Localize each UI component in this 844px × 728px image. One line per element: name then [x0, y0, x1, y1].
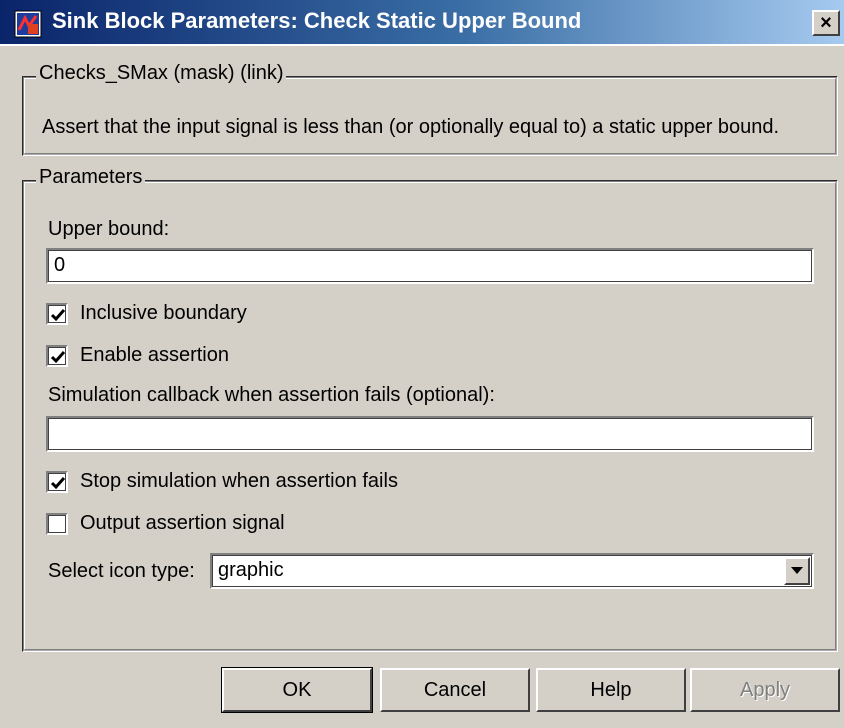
callback-label: Simulation callback when assertion fails…	[48, 384, 495, 406]
help-button[interactable]: Help	[536, 668, 686, 712]
mask-description: Assert that the input signal is less tha…	[42, 116, 780, 138]
cancel-button[interactable]: Cancel	[380, 668, 530, 712]
icon-type-value: graphic	[218, 559, 284, 581]
apply-label: Apply	[739, 678, 791, 701]
close-button[interactable]: ×	[812, 10, 840, 36]
parameters-legend: Parameters	[36, 166, 146, 189]
mask-group-legend: Checks_SMax (mask) (link)	[36, 62, 287, 85]
stop-simulation-label: Stop simulation when assertion fails	[80, 470, 398, 492]
title-bar[interactable]: Sink Block Parameters: Check Static Uppe…	[0, 0, 844, 46]
simulink-block-icon	[14, 10, 42, 38]
icon-type-select[interactable]: graphic	[210, 553, 814, 589]
dropdown-button[interactable]	[784, 557, 810, 585]
inclusive-boundary-checkbox[interactable]: Inclusive boundary	[46, 302, 247, 325]
icon-type-label: Select icon type:	[48, 560, 195, 582]
upper-bound-label: Upper bound:	[48, 218, 170, 240]
window-title: Sink Block Parameters: Check Static Uppe…	[52, 8, 582, 33]
stop-simulation-checkbox[interactable]: Stop simulation when assertion fails	[46, 470, 398, 493]
output-signal-checkbox[interactable]: Output assertion signal	[46, 512, 285, 535]
help-label: Help	[590, 678, 632, 701]
ok-label: OK	[282, 678, 312, 701]
callback-field[interactable]	[46, 416, 814, 452]
checkmark-icon	[50, 308, 66, 321]
enable-assertion-label: Enable assertion	[80, 344, 229, 366]
checkmark-icon	[50, 476, 66, 489]
upper-bound-field[interactable]: 0	[46, 248, 814, 284]
chevron-down-icon	[791, 567, 803, 574]
upper-bound-value: 0	[54, 254, 66, 276]
close-icon: ×	[820, 12, 832, 34]
inclusive-boundary-label: Inclusive boundary	[80, 302, 247, 324]
checkbox-box[interactable]	[46, 470, 68, 493]
enable-assertion-checkbox[interactable]: Enable assertion	[46, 344, 229, 367]
ok-button[interactable]: OK	[221, 667, 373, 713]
checkbox-box[interactable]	[46, 344, 68, 367]
cancel-label: Cancel	[423, 678, 487, 701]
checkbox-box[interactable]	[46, 512, 68, 535]
checkmark-icon	[50, 350, 66, 363]
checkbox-box[interactable]	[46, 302, 68, 325]
apply-button[interactable]: Apply	[690, 668, 840, 712]
output-signal-label: Output assertion signal	[80, 512, 285, 534]
